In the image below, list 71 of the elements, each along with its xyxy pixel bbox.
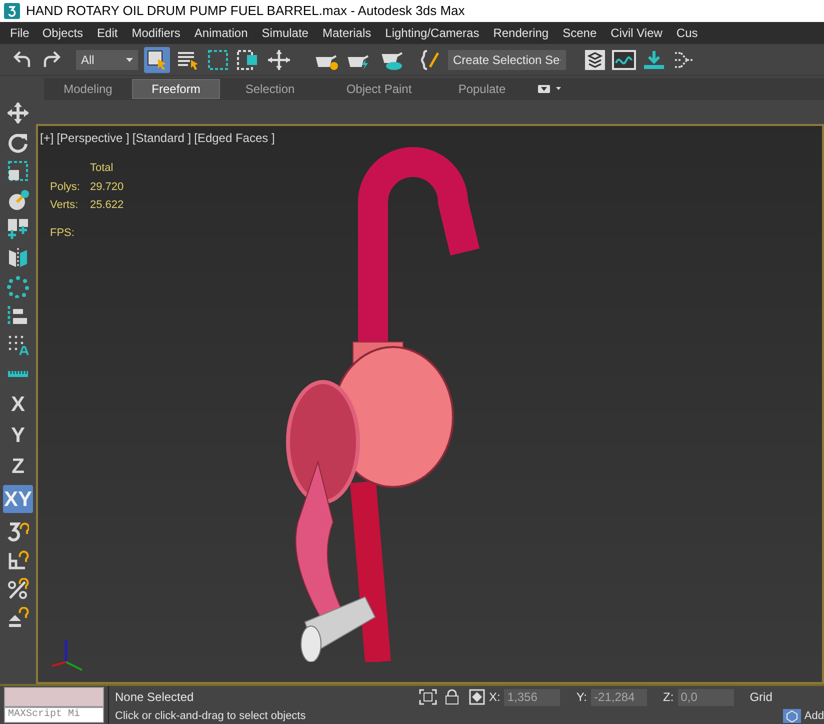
percent-snap-icon[interactable] — [7, 578, 29, 600]
stats-label: Polys: — [50, 180, 81, 194]
dot-grid-icon[interactable] — [7, 334, 29, 356]
ribbon-tab[interactable]: Selection — [220, 79, 320, 99]
menu-item[interactable]: Rendering — [486, 24, 556, 42]
app-icon — [4, 3, 20, 19]
menu-item[interactable]: Modifiers — [124, 24, 188, 42]
viewport-label[interactable]: [Edged Faces ] — [194, 129, 275, 147]
selection-status: None Selected — [115, 689, 195, 706]
stats-label: Verts: — [50, 198, 80, 213]
menu-item[interactable]: Edit — [90, 24, 125, 42]
mirror-icon[interactable] — [7, 247, 29, 269]
fps-label: FPS: — [50, 226, 74, 241]
lock-icon[interactable] — [445, 689, 459, 705]
select-object-icon[interactable] — [144, 46, 170, 72]
menu-item[interactable]: Objects — [35, 24, 90, 42]
render-download-icon[interactable] — [642, 48, 666, 70]
angle-snap-icon[interactable] — [7, 549, 29, 571]
spinner-snap-icon[interactable] — [7, 607, 29, 629]
menu-item[interactable]: File — [0, 24, 36, 42]
move-icon[interactable] — [266, 48, 292, 70]
window-title: HAND ROTARY OIL DRUM PUMP FUEL BARREL.max - Autodesk 3ds Max — [26, 2, 465, 20]
array-icon[interactable] — [7, 276, 29, 298]
ribbon-tab[interactable]: Freeform — [132, 79, 220, 99]
ribbon-tab[interactable]: Object Paint — [320, 79, 438, 99]
menu-item[interactable]: Materials — [315, 24, 378, 42]
selection-filter-dropdown[interactable]: All — [76, 50, 138, 70]
prompt-text: Click or click-and-drag to select objects — [115, 708, 306, 724]
viewport-label[interactable]: [+] — [40, 129, 54, 147]
coordinate-label: X: — [489, 689, 500, 706]
snap-toggle-icon[interactable] — [7, 520, 29, 542]
menu-item[interactable]: Lighting/Cameras — [378, 24, 486, 42]
ribbon-tab[interactable]: Modeling — [44, 79, 132, 99]
caret-icon — [126, 58, 133, 62]
menu-item[interactable]: Simulate — [254, 24, 316, 42]
stats-header: Total — [90, 161, 114, 176]
scale-icon[interactable] — [7, 160, 29, 182]
maxscript-mini-field[interactable]: MAXScript Mi — [4, 707, 104, 723]
rotate-icon[interactable] — [7, 131, 29, 153]
menu-item[interactable]: Scene — [556, 24, 604, 42]
coordinate-label: Y: — [576, 689, 588, 706]
stats-value: 25.622 — [90, 198, 124, 213]
absolute-mode-icon[interactable] — [469, 689, 485, 705]
curve-editor-icon[interactable] — [612, 48, 636, 70]
layers-icon[interactable] — [584, 48, 606, 70]
align-icon[interactable] — [7, 305, 29, 327]
maxscript-listener-field[interactable] — [4, 687, 104, 707]
ribbon-options-icon[interactable] — [538, 84, 562, 94]
axis-constraint-button[interactable]: Z — [3, 454, 33, 478]
selection-region-icon[interactable] — [206, 48, 230, 70]
attach-icon[interactable] — [7, 218, 29, 240]
viewport-label[interactable]: [Perspective ] — [56, 129, 130, 147]
menu-item[interactable]: Civil View — [604, 24, 670, 42]
isolate-selection-icon[interactable] — [419, 689, 437, 705]
move-icon[interactable] — [7, 102, 29, 124]
window-crossing-icon[interactable] — [236, 48, 260, 70]
menu-item[interactable]: Cus — [669, 24, 705, 42]
add-time-tag-icon[interactable] — [783, 709, 802, 723]
place-icon[interactable] — [7, 189, 29, 211]
ribbon-tab[interactable]: Populate — [438, 79, 526, 99]
script-brace-icon[interactable] — [420, 48, 442, 70]
axis-constraint-button[interactable]: Y — [3, 423, 33, 447]
add-time-tag-label[interactable]: Add — [804, 708, 824, 724]
viewport[interactable]: [+] [Perspective ] [Standard ] [Edged Faces ] Total Polys: 29.720 Verts: 25.622 FPS: — [36, 124, 824, 684]
grid-label: Grid — [750, 689, 772, 706]
viewport-label[interactable]: [Standard ] — [132, 129, 192, 147]
coordinate-label: Z: — [663, 689, 674, 706]
stats-value: 29.720 — [90, 180, 124, 194]
axis-constraint-button[interactable]: X — [3, 392, 33, 416]
menu-item[interactable]: Animation — [187, 24, 255, 42]
named-selection-dropdown[interactable]: Create Selection Se — [448, 50, 566, 70]
